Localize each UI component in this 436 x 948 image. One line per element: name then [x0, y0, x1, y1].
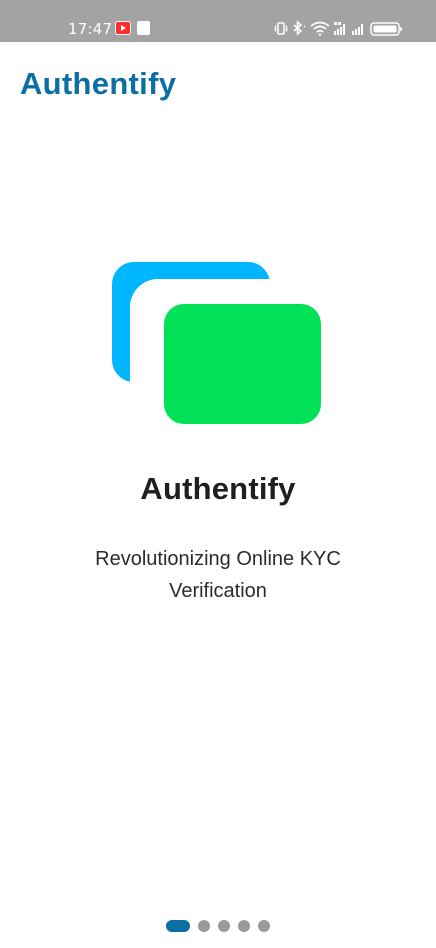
page-dot-3[interactable] [218, 920, 230, 932]
app-title: Authentify [20, 66, 177, 101]
status-icons [274, 20, 408, 38]
cards-logo-icon [112, 262, 324, 428]
youtube-notification-icon [115, 21, 131, 35]
status-bar: 17:47 [0, 0, 436, 42]
page-dot-2[interactable] [198, 920, 210, 932]
signal-icon [334, 22, 345, 35]
page-indicator[interactable] [166, 920, 270, 932]
bluetooth-icon [293, 20, 306, 36]
status-time: 17:47 [68, 20, 113, 38]
page-dot-1[interactable] [166, 920, 190, 932]
battery-icon [370, 22, 402, 36]
onboarding-subtitle: Revolutionizing Online KYC Verification [95, 548, 341, 602]
vibrate-icon [274, 22, 288, 35]
page-dot-4[interactable] [238, 920, 250, 932]
notification-icon [137, 21, 150, 35]
onboarding-title: Authentify [140, 471, 296, 506]
wifi-icon [310, 21, 330, 36]
page-dot-5[interactable] [258, 920, 270, 932]
signal-icon-2 [352, 24, 363, 35]
